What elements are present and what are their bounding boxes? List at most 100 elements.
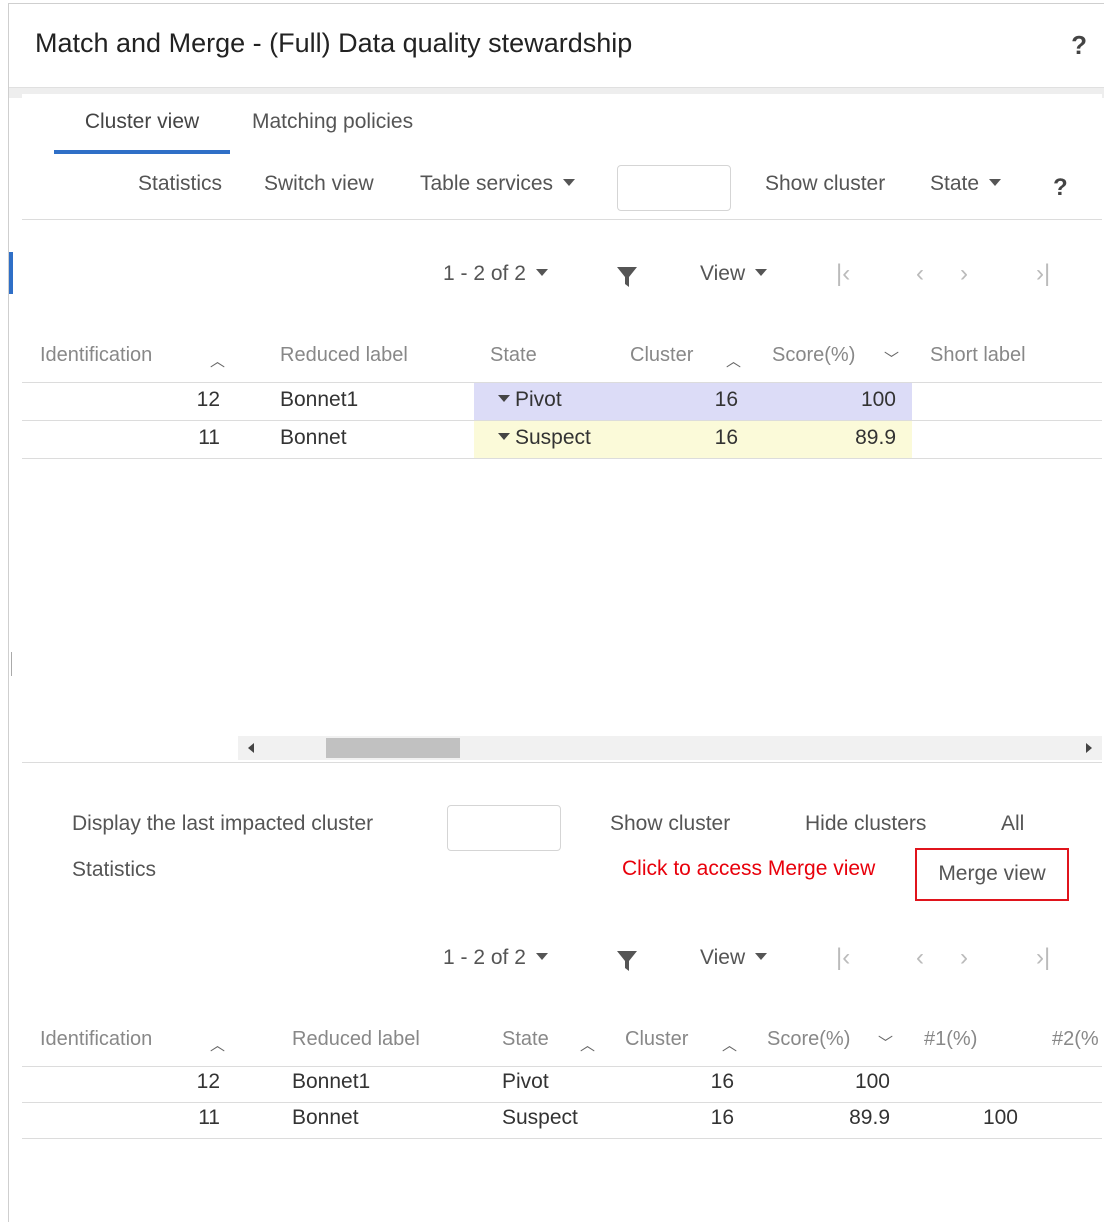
state-menu[interactable]: State xyxy=(930,172,1002,196)
state-menu-label: State xyxy=(930,172,980,195)
pager-dropdown[interactable]: 1 - 2 of 2 xyxy=(443,946,548,970)
view-menu[interactable]: View xyxy=(700,946,768,970)
previous-page-icon[interactable]: ‹ xyxy=(916,944,924,972)
column-header-cluster[interactable]: Cluster xyxy=(630,344,693,367)
last-page-icon[interactable]: ›| xyxy=(1036,260,1050,288)
sort-asc-icon[interactable]: ︿ xyxy=(580,1034,595,1055)
cluster-view-panel: Cluster view Matching policies Statistic… xyxy=(22,94,1102,1222)
chevron-down-icon xyxy=(563,178,576,186)
cluster-input[interactable] xyxy=(447,805,561,851)
column-header-p2[interactable]: #2(% xyxy=(1052,1028,1099,1051)
sort-asc-icon[interactable]: ︿ xyxy=(726,350,741,371)
previous-page-icon[interactable]: ‹ xyxy=(916,260,924,288)
table-cell-identification: 12 xyxy=(196,1070,220,1093)
table-cell-score: 89.9 xyxy=(855,426,896,449)
scroll-right-icon[interactable] xyxy=(1086,743,1092,753)
column-header-reduced-label[interactable]: Reduced label xyxy=(280,344,408,367)
table-services-menu[interactable]: Table services xyxy=(420,172,576,196)
chevron-down-icon xyxy=(989,178,1002,186)
tab-cluster-view[interactable]: Cluster view xyxy=(54,110,230,134)
chevron-down-icon xyxy=(755,268,768,276)
pager-label: 1 - 2 of 2 xyxy=(443,946,526,969)
display-last-cluster-label: Display the last impacted cluster xyxy=(72,812,374,835)
hide-clusters-button[interactable]: Hide clusters xyxy=(805,812,926,836)
chevron-down-icon xyxy=(535,268,548,276)
table-cell-identification: 11 xyxy=(198,1106,220,1129)
state-value: Pivot xyxy=(515,388,562,411)
table-cell-state: Suspect xyxy=(502,1106,578,1129)
view-menu-label: View xyxy=(700,946,746,969)
state-dropdown[interactable]: Pivot xyxy=(498,388,562,412)
pager-dropdown[interactable]: 1 - 2 of 2 xyxy=(443,262,548,286)
first-page-icon[interactable]: |‹ xyxy=(836,944,850,972)
next-page-icon[interactable]: › xyxy=(960,944,968,972)
table-cell-reduced-label[interactable]: Bonnet1 xyxy=(280,388,358,412)
row-divider xyxy=(22,1138,1102,1139)
active-tab-indicator xyxy=(54,150,230,154)
view-menu-label: View xyxy=(700,262,746,285)
toolbar-help-icon[interactable]: ? xyxy=(1053,174,1068,202)
column-header-score[interactable]: Score(%) xyxy=(767,1028,850,1051)
caret-down-icon xyxy=(498,394,510,402)
state-dropdown[interactable]: Suspect xyxy=(498,426,591,450)
resize-handle[interactable] xyxy=(11,652,12,676)
filter-icon[interactable] xyxy=(616,265,638,289)
column-header-identification[interactable]: Identification xyxy=(40,344,152,367)
table-cell-state: Pivot xyxy=(502,1070,549,1093)
next-page-icon[interactable]: › xyxy=(960,260,968,288)
column-header-identification[interactable]: Identification xyxy=(40,1028,152,1051)
switch-view-button[interactable]: Switch view xyxy=(264,172,374,196)
title-bar: Match and Merge - (Full) Data quality st… xyxy=(9,4,1104,88)
horizontal-scrollbar[interactable] xyxy=(238,736,1102,760)
table-cell-score: 100 xyxy=(860,388,896,411)
column-header-p1[interactable]: #1(%) xyxy=(924,1028,977,1051)
table-cell-identification: 11 xyxy=(198,426,220,449)
table-cell-score: 100 xyxy=(854,1070,890,1093)
header-divider xyxy=(22,1066,1102,1067)
first-page-icon[interactable]: |‹ xyxy=(836,260,850,288)
table-cell-cluster: 16 xyxy=(714,426,738,449)
statistics-button[interactable]: Statistics xyxy=(138,172,222,196)
column-header-short-label[interactable]: Short label xyxy=(930,344,1026,367)
state-value: Suspect xyxy=(515,426,591,449)
table-cell-cluster: 16 xyxy=(714,388,738,411)
row-divider xyxy=(22,1102,1102,1103)
show-cluster-button[interactable]: Show cluster xyxy=(610,812,730,836)
sort-asc-icon[interactable]: ︿ xyxy=(210,1034,225,1055)
table-cell-reduced-label[interactable]: Bonnet1 xyxy=(292,1070,370,1094)
view-menu[interactable]: View xyxy=(700,262,768,286)
last-page-icon[interactable]: ›| xyxy=(1036,944,1050,972)
chevron-down-icon xyxy=(755,952,768,960)
table-cell-p1: 100 xyxy=(982,1106,1018,1129)
table-cell-reduced-label[interactable]: Bonnet xyxy=(292,1106,359,1130)
table-cell-reduced-label[interactable]: Bonnet xyxy=(280,426,347,450)
pager-label: 1 - 2 of 2 xyxy=(443,262,526,285)
chevron-down-icon xyxy=(535,952,548,960)
sort-asc-icon[interactable]: ︿ xyxy=(722,1034,737,1055)
search-input[interactable] xyxy=(617,165,731,211)
merge-view-button[interactable]: Merge view xyxy=(915,848,1069,901)
all-button[interactable]: All xyxy=(1001,812,1024,836)
help-icon[interactable]: ? xyxy=(1071,30,1087,61)
left-accent-marker xyxy=(9,252,13,294)
table-services-label: Table services xyxy=(420,172,554,195)
sort-asc-icon[interactable]: ︿ xyxy=(210,350,225,371)
sort-desc-icon[interactable]: ﹀ xyxy=(884,348,899,369)
column-header-reduced-label[interactable]: Reduced label xyxy=(292,1028,420,1051)
filter-icon[interactable] xyxy=(616,949,638,973)
scroll-left-icon[interactable] xyxy=(248,743,254,753)
column-header-state[interactable]: State xyxy=(490,344,537,367)
tab-matching-policies[interactable]: Matching policies xyxy=(252,110,413,134)
row-divider xyxy=(22,458,1102,459)
column-header-state[interactable]: State xyxy=(502,1028,549,1051)
sort-desc-icon[interactable]: ﹀ xyxy=(878,1032,893,1053)
table-cell-cluster: 16 xyxy=(710,1106,734,1129)
window-title: Match and Merge - (Full) Data quality st… xyxy=(35,28,633,58)
scrollbar-thumb[interactable] xyxy=(326,738,460,758)
show-cluster-button[interactable]: Show cluster xyxy=(765,172,885,196)
statistics-button[interactable]: Statistics xyxy=(72,858,156,882)
table-cell-cluster: 16 xyxy=(710,1070,734,1093)
caret-down-icon xyxy=(498,432,510,440)
column-header-score[interactable]: Score(%) xyxy=(772,344,855,367)
column-header-cluster[interactable]: Cluster xyxy=(625,1028,688,1051)
